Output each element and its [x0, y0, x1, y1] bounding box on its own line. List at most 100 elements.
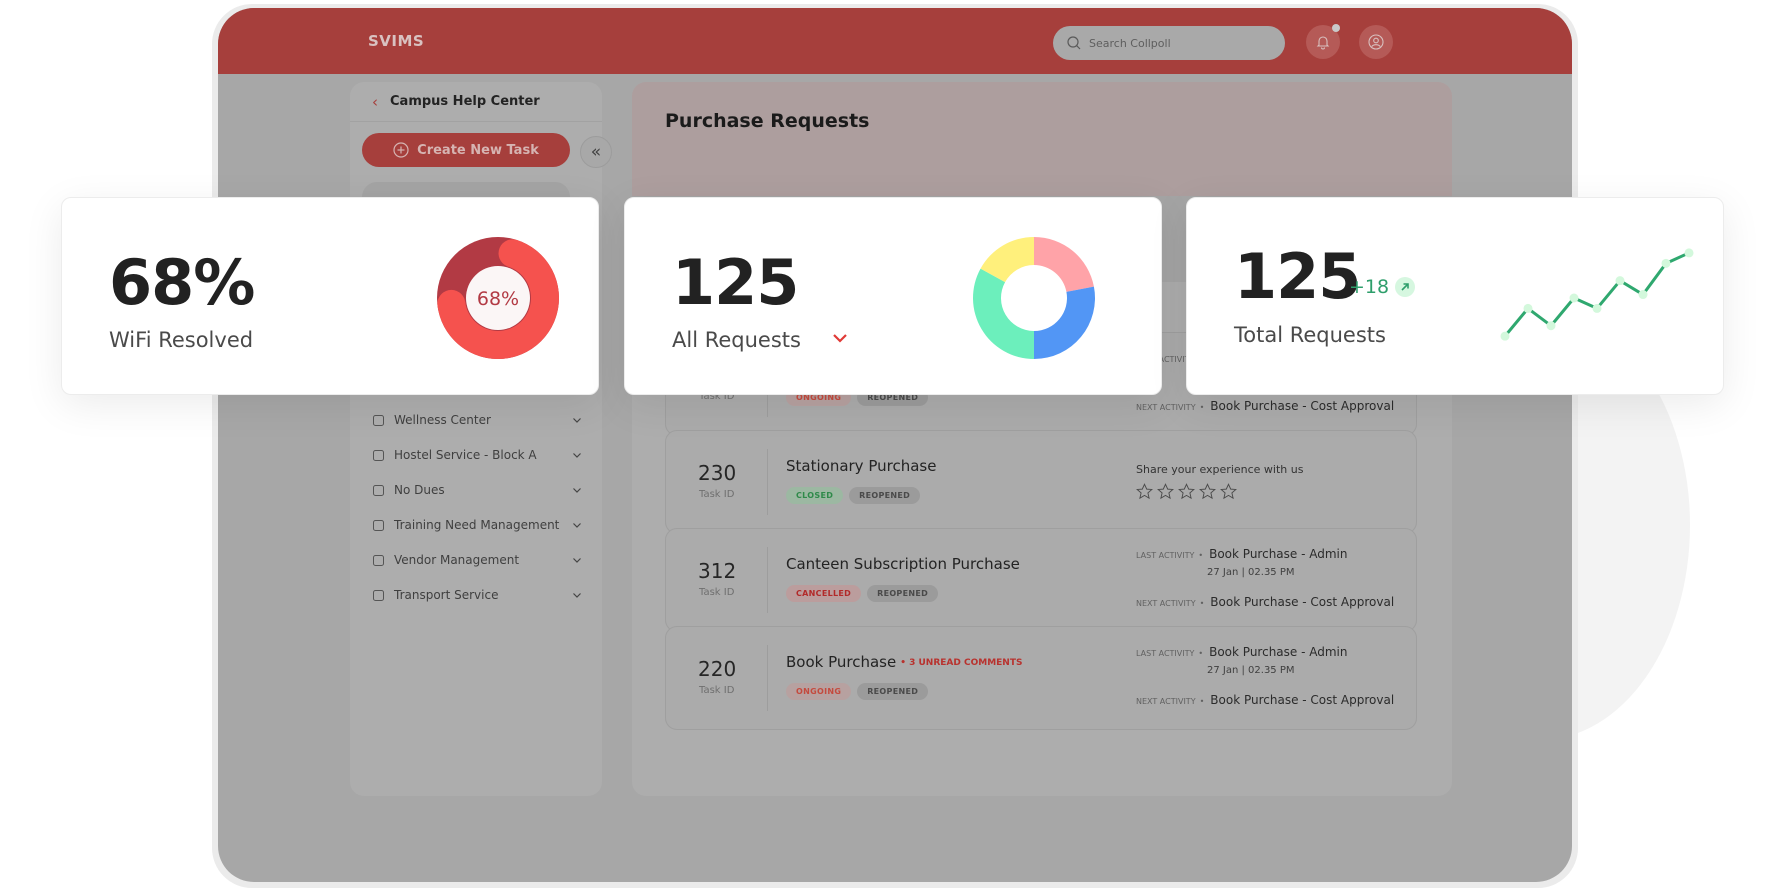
task-name: Book Purchase • 3 UNREAD COMMENTS: [786, 653, 1022, 671]
last-activity-date: 27 Jan | 02.35 PM: [1207, 567, 1295, 578]
main-panel: Purchase Requests 537Task IDBook Purchas…: [632, 82, 1452, 796]
next-activity-label: NEXT ACTIVITY: [1136, 697, 1196, 706]
separator-dot: •: [1198, 551, 1204, 560]
sidebar-item[interactable]: Vendor Management: [370, 550, 584, 570]
chevron-down-icon[interactable]: [572, 588, 584, 602]
arrow-up-right-icon: [1395, 277, 1416, 297]
feedback-prompt: Share your experience with us: [1136, 463, 1304, 476]
notification-dot: [1332, 24, 1340, 32]
sidebar-item[interactable]: No Dues: [370, 480, 584, 500]
donut-slice-segment-b: [1034, 286, 1095, 359]
task-id: 220: [698, 657, 737, 681]
kpi-delta-value: +18: [1349, 276, 1390, 298]
sidebar-item[interactable]: Hostel Service - Block A: [370, 445, 584, 465]
donut-cap: [437, 289, 466, 318]
status-badge: CANCELLED: [786, 585, 862, 602]
divider: [767, 449, 768, 515]
search-icon: [1067, 36, 1081, 50]
sidebar: ‹ Campus Help Center Create New Task « S…: [350, 82, 612, 796]
kpi-card-all-requests: 125 All Requests: [624, 197, 1162, 395]
rupee-receipt-icon: [370, 482, 386, 498]
brand-logo[interactable]: SVIMS: [368, 32, 424, 50]
status-tags: CLOSED REOPENED: [786, 487, 921, 504]
sidebar-item[interactable]: Training Need Management: [370, 515, 584, 535]
separator-dot: •: [1198, 649, 1204, 658]
donut-slice-segment-a: [1034, 237, 1094, 292]
task-card[interactable]: 230 Task ID Stationary Purchase CLOSED REOPE…: [665, 430, 1417, 534]
promo-stage: SVIMS ‹ Campus Help Center: [0, 0, 1782, 890]
unread-comments-badge[interactable]: • 3 UNREAD COMMENTS: [900, 658, 1022, 668]
notifications-button[interactable]: [1306, 24, 1340, 59]
sidebar-item-label: Vendor Management: [394, 553, 520, 567]
kpi-label[interactable]: All Requests: [672, 328, 801, 352]
separator-dot: •: [1199, 403, 1205, 412]
status-badge: ONGOING: [786, 683, 852, 700]
status-badge: REOPENED: [867, 585, 939, 602]
sidebar-item-label: Transport Service: [394, 588, 499, 602]
status-badge: REOPENED: [849, 487, 921, 504]
last-activity-label: LAST ACTIVITY: [1136, 649, 1195, 658]
create-new-task-button[interactable]: Create New Task: [362, 133, 570, 167]
task-title[interactable]: Book Purchase: [786, 653, 896, 671]
sidebar-item-label: Training Need Management: [394, 518, 560, 532]
star-icon[interactable]: [1136, 483, 1153, 500]
total-requests-sparkline: [1500, 248, 1694, 341]
chevron-down-icon[interactable]: [572, 518, 584, 532]
task-card[interactable]: 220 Task ID Book Purchase • 3 UNREAD COMMEN…: [665, 626, 1417, 730]
global-search[interactable]: [1053, 26, 1285, 60]
kpi-delta: +18: [1349, 276, 1416, 298]
chevron-down-icon[interactable]: [831, 332, 849, 344]
sidebar-item[interactable]: Wellness Center: [370, 410, 584, 430]
heart-hand-icon: [370, 412, 386, 428]
device-frame: SVIMS ‹ Campus Help Center: [212, 4, 1578, 888]
profile-button[interactable]: [1359, 25, 1393, 59]
chevron-down-icon[interactable]: [572, 553, 584, 567]
sparkline-point: [1661, 258, 1671, 268]
task-title[interactable]: Stationary Purchase: [786, 457, 936, 475]
sparkline-point: [1592, 303, 1602, 313]
sidebar-item[interactable]: Transport Service: [370, 585, 584, 605]
star-icon[interactable]: [1220, 483, 1237, 500]
collapse-sidebar-button[interactable]: «: [580, 136, 612, 168]
sparkline-series: [1503, 251, 1690, 338]
training-icon: [370, 517, 386, 533]
donut-center-label: 68%: [477, 288, 519, 310]
next-activity-value: Book Purchase - Cost Approval: [1210, 595, 1395, 609]
divider: [767, 547, 768, 613]
task-id-label: Task ID: [699, 587, 735, 598]
separator-dot: •: [1199, 697, 1205, 706]
chevron-down-icon[interactable]: [572, 413, 584, 427]
star-icon[interactable]: [1199, 483, 1216, 500]
task-card[interactable]: 312 Task ID Canteen Subscription Purchase C…: [665, 528, 1417, 632]
kpi-label: Total Requests: [1234, 323, 1386, 347]
last-activity-value: Book Purchase - Admin: [1209, 645, 1348, 659]
chevron-left-icon[interactable]: ‹: [372, 93, 378, 111]
sparkline-point: [1523, 303, 1533, 313]
last-activity-date: 27 Jan | 02.35 PM: [1207, 665, 1295, 676]
sparkline-point: [1500, 331, 1510, 341]
star-rating[interactable]: [1136, 483, 1237, 500]
task-id-label: Task ID: [699, 685, 735, 696]
chevron-down-icon[interactable]: [572, 448, 584, 462]
sidebar-header[interactable]: ‹ Campus Help Center: [350, 82, 602, 122]
sparkline-point: [1569, 293, 1579, 303]
truck-icon: [370, 587, 386, 603]
top-navbar: SVIMS: [218, 8, 1572, 74]
all-requests-donut: [973, 237, 1095, 359]
create-new-task-label: Create New Task: [417, 142, 539, 158]
last-activity: LAST ACTIVITY• Book Purchase - Admin: [1136, 547, 1347, 561]
status-badge: REOPENED: [857, 683, 929, 700]
task-id: 230: [698, 461, 737, 485]
task-title[interactable]: Canteen Subscription Purchase: [786, 555, 1020, 573]
plus-circle-icon: [393, 142, 409, 158]
last-activity-label: LAST ACTIVITY: [1136, 551, 1195, 560]
page-title: Purchase Requests: [665, 110, 870, 132]
donut-slice-segment-c: [973, 268, 1034, 359]
task-id-label: Task ID: [699, 489, 735, 500]
wifi-resolved-donut: 68%: [437, 237, 559, 359]
star-icon[interactable]: [1157, 483, 1174, 500]
next-activity: NEXT ACTIVITY • Book Purchase - Cost Appro…: [1136, 399, 1394, 413]
chevron-down-icon[interactable]: [572, 483, 584, 497]
star-icon[interactable]: [1178, 483, 1195, 500]
search-input[interactable]: [1089, 36, 1259, 50]
